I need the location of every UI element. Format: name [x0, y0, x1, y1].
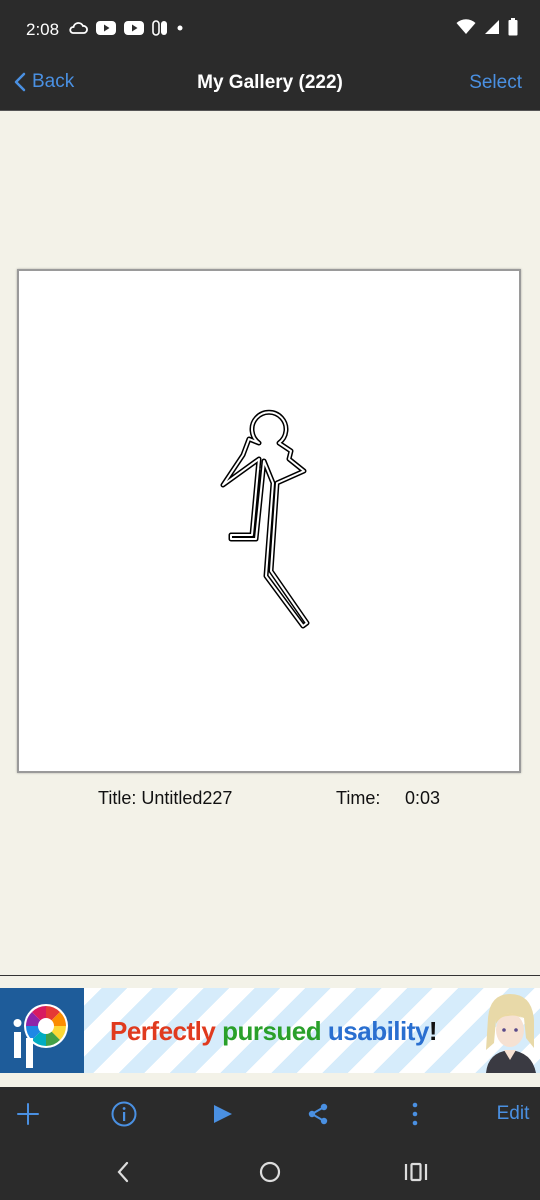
time-value: 0:03 [405, 788, 441, 808]
ad-word: Perfectly [110, 1016, 216, 1046]
battery-icon [508, 18, 518, 36]
status-time: 2:08 [26, 20, 60, 39]
system-nav-bar [0, 1141, 540, 1200]
add-button[interactable] [8, 1087, 48, 1141]
select-button[interactable]: Select [469, 72, 522, 94]
palette-icon [13, 1004, 68, 1068]
ad-banner[interactable]: Perfectly pursued usability! [0, 988, 540, 1073]
system-recents-button[interactable] [399, 1155, 433, 1189]
ad-slogan: Perfectly pursued usability! [110, 1016, 438, 1047]
ad-word: ! [428, 1016, 438, 1046]
youtube-icon [124, 21, 144, 35]
play-button[interactable] [202, 1087, 242, 1141]
artwork-meta: Title: Untitled227 Time: 0:03 [0, 788, 540, 812]
nav-bar: Back My Gallery (222) Select [0, 60, 540, 111]
system-back-button[interactable] [106, 1155, 140, 1189]
character-illustration [486, 994, 536, 1073]
artwork-preview[interactable] [17, 269, 521, 773]
info-button[interactable] [104, 1087, 144, 1141]
divider [0, 975, 540, 976]
add-icon [17, 1103, 39, 1125]
share-button[interactable] [298, 1087, 338, 1141]
cloud-icon [69, 22, 88, 34]
more-icon [412, 1102, 418, 1126]
switch-icon [152, 20, 167, 36]
status-bar: 2:08 [0, 0, 540, 60]
stick-figure-drawing [220, 409, 310, 629]
share-icon [308, 1103, 328, 1125]
info-icon [111, 1101, 137, 1127]
more-button[interactable] [395, 1087, 435, 1141]
page-title: My Gallery (222) [197, 72, 343, 93]
edit-button[interactable]: Edit [490, 1087, 536, 1141]
home-icon [259, 1161, 281, 1183]
signal-icon [485, 20, 499, 34]
system-home-button[interactable] [253, 1155, 287, 1189]
recents-icon [404, 1162, 428, 1182]
wifi-icon [456, 19, 476, 34]
play-icon [214, 1105, 232, 1123]
back-icon [117, 1161, 129, 1183]
time-label: Time: [336, 788, 381, 808]
dot-icon [177, 25, 183, 31]
bottom-toolbar: Edit [0, 1087, 540, 1141]
ibispaint-logo [0, 988, 84, 1073]
ad-word: pursued [222, 1016, 322, 1046]
youtube-icon [96, 21, 116, 35]
artwork-title: Title: Untitled227 [98, 788, 233, 808]
ad-word: usability [327, 1016, 429, 1046]
